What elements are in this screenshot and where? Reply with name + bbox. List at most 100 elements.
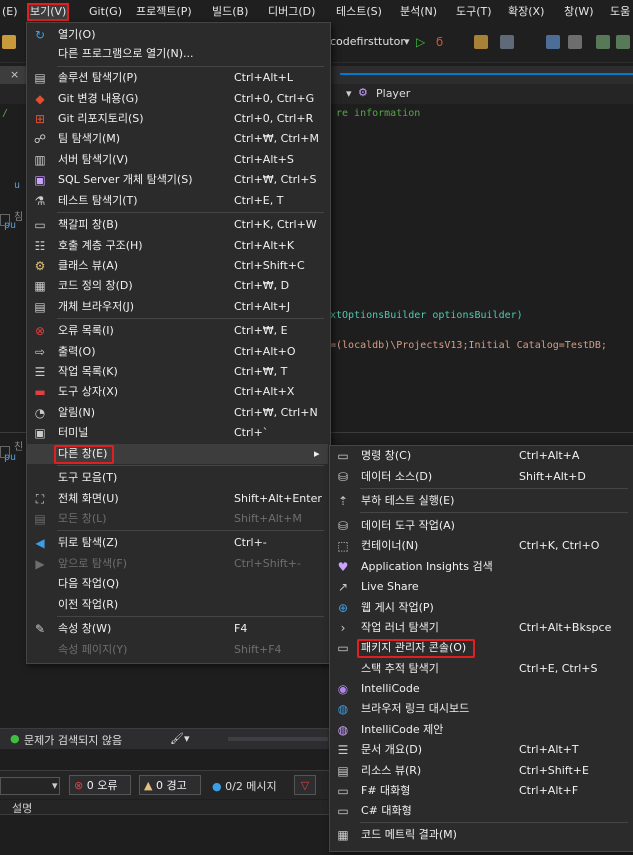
menu-item-16[interactable]: ⇨ 출력(O) Ctrl+Alt+O xyxy=(27,342,328,362)
menu-item-24[interactable]: ▤ 모든 창(L) Shift+Alt+M xyxy=(27,509,328,529)
menu-tools[interactable]: 도구(T) xyxy=(456,4,492,20)
menu-item-shortcut: Shift+Alt+D xyxy=(519,470,586,483)
menu-item-2[interactable]: 다른 프로그램으로 열기(N)... xyxy=(27,44,328,64)
menu-item-6[interactable]: ♥ Application Insights 검색 xyxy=(330,557,632,577)
menu-item-28[interactable]: 이전 작업(R) xyxy=(27,595,328,615)
menu-item-4[interactable]: ◆ Git 변경 내용(G) Ctrl+0, Ctrl+G xyxy=(27,89,328,109)
start-icon[interactable]: ▷ xyxy=(416,35,425,49)
menu-item-18[interactable]: ▬ 도구 상자(X) Ctrl+Alt+X xyxy=(27,382,328,402)
menu-item-13[interactable]: ▦ 코드 정의 창(D) Ctrl+₩, D xyxy=(27,276,328,296)
menu-item-3[interactable]: ⇡ 부하 테스트 실행(E) xyxy=(330,491,632,511)
menu-item-10[interactable]: ▭ 패키지 관리자 콘솔(O) xyxy=(330,638,632,658)
member-dropdown[interactable]: Player xyxy=(376,87,410,100)
menu-item-14[interactable]: ▤ 개체 브라우저(J) Ctrl+Alt+J xyxy=(27,297,328,317)
comment-icon[interactable] xyxy=(596,35,610,49)
menu-item-3[interactable]: ▤ 솔루션 탐색기(P) Ctrl+Alt+L xyxy=(27,68,328,88)
folder-icon[interactable] xyxy=(474,35,488,49)
menu-item-20[interactable]: ▣ 터미널 Ctrl+` xyxy=(27,423,328,443)
menu-item-6[interactable]: ☍ 팀 탐색기(M) Ctrl+₩, Ctrl+M xyxy=(27,129,328,149)
menu-build[interactable]: 빌드(B) xyxy=(212,4,248,20)
menu-window[interactable]: 창(W) xyxy=(564,4,594,20)
menu-project[interactable]: 프로젝트(P) xyxy=(136,4,192,20)
column-description[interactable]: 설명 xyxy=(12,800,32,816)
menu-item-19[interactable]: ▦ 코드 메트릭 결과(M) xyxy=(330,825,632,845)
menu-item-shortcut: Ctrl+0, Ctrl+G xyxy=(234,92,315,105)
menu-item-label: 뒤로 탐색(Z) xyxy=(58,536,119,549)
menu-edit[interactable]: (E) xyxy=(2,4,18,20)
menu-item-2[interactable]: ⛁ 데이터 소스(D) Shift+Alt+D xyxy=(330,467,632,487)
menu-item-23[interactable]: ⛶ 전체 화면(U) Shift+Alt+Enter xyxy=(27,489,328,509)
menu-analyze[interactable]: 분석(N) xyxy=(400,4,437,20)
scope-dropdown[interactable] xyxy=(0,777,60,795)
menu-item-8[interactable]: ▣ SQL Server 개체 탐색기(S) Ctrl+₩, Ctrl+S xyxy=(27,170,328,190)
load-test-icon: ⇡ xyxy=(337,494,349,508)
menu-item-15[interactable]: ⊗ 오류 목록(I) Ctrl+₩, E xyxy=(27,321,328,341)
menu-item-9[interactable]: ⚗ 테스트 탐색기(T) Ctrl+E, T xyxy=(27,191,328,211)
menu-item-9[interactable]: › 작업 러너 탐색기 Ctrl+Alt+Bkspce xyxy=(330,618,632,638)
menu-item-label: 이전 작업(R) xyxy=(58,598,119,611)
menu-item-25[interactable]: ◀ 뒤로 탐색(Z) Ctrl+- xyxy=(27,533,328,553)
horizontal-scrollbar[interactable] xyxy=(228,737,328,741)
menu-item-11[interactable]: 스택 추적 탐색기 Ctrl+E, Ctrl+S xyxy=(330,659,632,679)
menu-item-label: 터미널 xyxy=(58,426,89,439)
startup-project[interactable]: codefirsttutor xyxy=(330,35,405,48)
menu-item-4[interactable]: ⛁ 데이터 도구 작업(A) xyxy=(330,516,632,536)
collapse-icon[interactable] xyxy=(0,446,10,458)
menu-item-19[interactable]: ◔ 알림(N) Ctrl+₩, Ctrl+N xyxy=(27,403,328,423)
menu-item-1[interactable]: ▭ 명령 창(C) Ctrl+Alt+A xyxy=(330,446,632,466)
menu-item-12[interactable]: ◉ IntelliCode xyxy=(330,679,632,699)
menu-item-11[interactable]: ☷ 호출 계층 구조(H) Ctrl+Alt+K xyxy=(27,236,328,256)
menu-item-27[interactable]: 다음 작업(Q) xyxy=(27,574,328,594)
menu-item-shortcut: Ctrl+Shift+C xyxy=(234,259,305,272)
hot-reload-icon[interactable]: ϭ xyxy=(436,35,443,49)
menu-item-16[interactable]: ▤ 리소스 뷰(R) Ctrl+Shift+E xyxy=(330,761,632,781)
menu-item-5[interactable]: ⊞ Git 리포지토리(S) Ctrl+0, Ctrl+R xyxy=(27,109,328,129)
folder-icon[interactable] xyxy=(2,35,16,49)
menu-item-8[interactable]: ⊕ 웹 게시 작업(P) xyxy=(330,598,632,618)
close-icon[interactable]: × xyxy=(10,68,19,81)
menu-item-label: 속성 페이지(Y) xyxy=(58,643,128,656)
menu-item-10[interactable]: ▭ 책갈피 창(B) Ctrl+K, Ctrl+W xyxy=(27,215,328,235)
menu-item-shortcut: Ctrl+Shift+- xyxy=(234,557,301,570)
menu-item-12[interactable]: ⚙ 클래스 뷰(A) Ctrl+Shift+C xyxy=(27,256,328,276)
menu-item-21[interactable]: 다른 창(E) ▸ xyxy=(27,444,328,464)
test-explorer-icon: ⚗ xyxy=(34,194,46,208)
brush-icon[interactable]: 🖌▾ xyxy=(170,732,190,745)
menu-item-30[interactable]: 속성 페이지(Y) Shift+F4 xyxy=(27,640,328,660)
warnings-filter-button[interactable]: ▲ 0 경고 xyxy=(139,775,201,795)
menu-item-5[interactable]: ⬚ 컨테이너(N) Ctrl+K, Ctrl+O xyxy=(330,536,632,556)
menu-item-1[interactable]: ↻ 열기(O) xyxy=(27,25,328,45)
menu-item-26[interactable]: ▶ 앞으로 탐색(F) Ctrl+Shift+- xyxy=(27,554,328,574)
menu-item-29[interactable]: ✎ 속성 창(W) F4 xyxy=(27,619,328,639)
menu-item-7[interactable]: ↗ Live Share xyxy=(330,577,632,597)
menu-item-13[interactable]: ◍ 브라우저 링크 대시보드 xyxy=(330,699,632,719)
menu-help[interactable]: 도움 xyxy=(610,4,630,20)
chevron-down-icon[interactable]: ▾ xyxy=(52,779,58,792)
menu-item-22[interactable]: 도구 모음(T) xyxy=(27,468,328,488)
menu-item-shortcut: Ctrl+E, Ctrl+S xyxy=(519,662,598,675)
layout-icon[interactable] xyxy=(500,35,514,49)
format-icon[interactable] xyxy=(568,35,582,49)
chevron-down-icon[interactable]: ▾ xyxy=(346,87,352,100)
intellicode-icon: ◉ xyxy=(337,682,349,696)
menu-item-15[interactable]: ☰ 문서 개요(D) Ctrl+Alt+T xyxy=(330,740,632,760)
menu-debug[interactable]: 디버그(D) xyxy=(268,4,315,20)
menu-item-14[interactable]: ◍ IntelliCode 제안 xyxy=(330,720,632,740)
menu-git[interactable]: Git(G) xyxy=(89,4,122,20)
chevron-down-icon[interactable]: ▾ xyxy=(404,35,410,48)
errors-filter-button[interactable]: ⊗ 0 오류 xyxy=(69,775,131,795)
menu-item-7[interactable]: ▥ 서버 탐색기(V) Ctrl+Alt+S xyxy=(27,150,328,170)
menu-item-17[interactable]: ▭ F# 대화형 Ctrl+Alt+F xyxy=(330,781,632,801)
git-repository-icon: ⊞ xyxy=(34,112,46,126)
align-icon[interactable] xyxy=(546,35,560,49)
menu-extensions[interactable]: 확장(X) xyxy=(508,4,544,20)
issues-status[interactable]: 문제가 검색되지 않음 xyxy=(24,732,122,748)
messages-filter-button[interactable]: ● 0/2 메시지 xyxy=(212,778,277,794)
menu-item-17[interactable]: ☰ 작업 목록(K) Ctrl+₩, T xyxy=(27,362,328,382)
collapse-icon[interactable] xyxy=(0,214,10,226)
filter-icon[interactable]: ▽ xyxy=(294,775,316,795)
uncomment-icon[interactable] xyxy=(616,35,630,49)
menu-view[interactable]: 보기(V) xyxy=(26,3,70,21)
menu-test[interactable]: 테스트(S) xyxy=(336,4,382,20)
menu-item-18[interactable]: ▭ C# 대화형 xyxy=(330,801,632,821)
